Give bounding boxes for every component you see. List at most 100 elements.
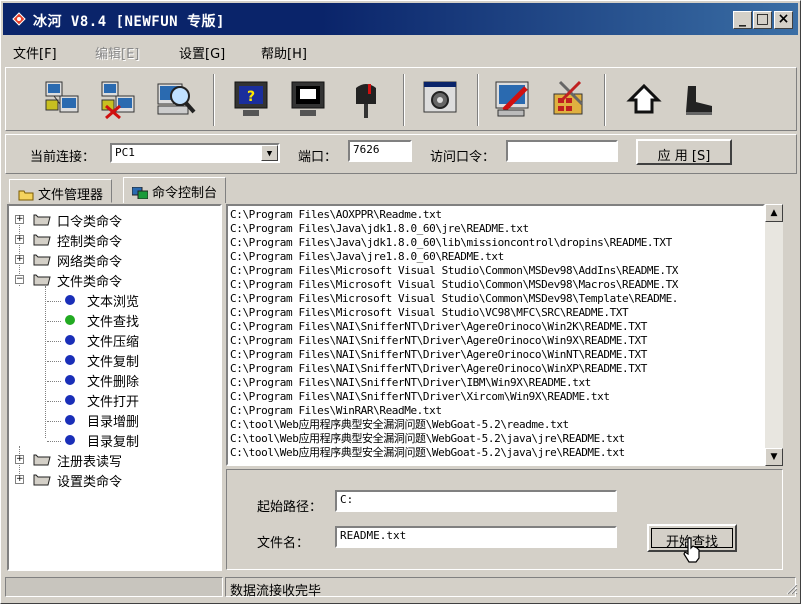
results-scrollbar[interactable]: ▲ ▼ bbox=[765, 204, 783, 466]
current-connection-label: 当前连接： bbox=[30, 150, 96, 165]
close-button[interactable]: × bbox=[774, 11, 793, 29]
svg-text:?: ? bbox=[247, 89, 255, 105]
result-line[interactable]: C:\Program Files\NAI\SnifferNT\Driver\Xi… bbox=[230, 390, 610, 404]
config-icon[interactable] bbox=[420, 78, 460, 120]
tree-line bbox=[47, 361, 61, 362]
folder-icon bbox=[33, 214, 51, 226]
search-results-list[interactable]: C:\Program Files\AOXPPR\Readme.txt C:\Pr… bbox=[226, 204, 765, 466]
result-line[interactable]: C:\Program Files\NAI\SnifferNT\Driver\Ag… bbox=[230, 334, 647, 348]
console-icon bbox=[132, 187, 148, 199]
result-line[interactable]: C:\tool\Web应用程序典型安全漏洞问题\WebGoat-5.2\java… bbox=[230, 446, 625, 460]
minimize-button[interactable]: _ bbox=[733, 11, 752, 29]
expand-icon[interactable]: + bbox=[15, 255, 24, 264]
file-name-input[interactable]: README.txt bbox=[335, 526, 617, 548]
result-line[interactable]: C:\Program Files\AOXPPR\Readme.txt bbox=[230, 208, 442, 222]
delete-host-icon[interactable] bbox=[98, 78, 138, 120]
screen-capture-icon[interactable]: ? bbox=[231, 78, 271, 120]
toolbar-separator bbox=[604, 74, 606, 126]
command-dot-icon bbox=[65, 435, 75, 445]
expand-icon[interactable]: + bbox=[15, 475, 24, 484]
search-host-icon[interactable] bbox=[156, 78, 196, 120]
main-window: 冰河 V8.4 [NEWFUN 专版] _ □ × 文件[F] 编辑[E] 设置… bbox=[0, 0, 801, 604]
scroll-down-icon[interactable]: ▼ bbox=[765, 448, 783, 466]
command-dot-icon bbox=[65, 415, 75, 425]
tree-line bbox=[47, 321, 61, 322]
screen-control-icon[interactable] bbox=[288, 78, 328, 120]
port-input[interactable]: 7626 bbox=[348, 140, 412, 162]
scroll-up-icon[interactable]: ▲ bbox=[765, 204, 783, 222]
menu-bar: 文件[F] 编辑[E] 设置[G] 帮助[H] bbox=[3, 39, 798, 62]
result-line[interactable]: C:\Program Files\Microsoft Visual Studio… bbox=[230, 292, 678, 306]
result-line[interactable]: C:\Program Files\Java\jdk1.8.0_60\lib\mi… bbox=[230, 236, 672, 250]
result-line[interactable]: C:\Program Files\Java\jdk1.8.0_60\jre\RE… bbox=[230, 222, 529, 236]
collapse-icon[interactable]: − bbox=[15, 275, 24, 284]
current-connection-value: PC1 bbox=[115, 146, 135, 159]
expand-icon[interactable]: + bbox=[15, 235, 24, 244]
result-line[interactable]: C:\Program Files\Java\jre1.8.0_60\README… bbox=[230, 250, 504, 264]
tree-node-label: 文件打开 bbox=[87, 395, 140, 410]
tree-line bbox=[47, 341, 61, 342]
password-input[interactable] bbox=[506, 140, 618, 162]
port-label: 端口： bbox=[298, 150, 338, 165]
command-tree[interactable]: + 口令类命令 + 控制类命令 + 网络类命令 − 文件类命令 文本浏览 文件查… bbox=[7, 204, 222, 571]
menu-help[interactable]: 帮助[H] bbox=[261, 43, 307, 62]
add-host-icon[interactable] bbox=[42, 78, 82, 120]
tree-node-label: 文件类命令 bbox=[57, 275, 123, 290]
tree-line bbox=[47, 401, 61, 402]
tree-node-label: 文件查找 bbox=[87, 315, 140, 330]
hand-cursor-icon bbox=[683, 537, 700, 563]
result-line[interactable]: C:\Program Files\Microsoft Visual Studio… bbox=[230, 278, 678, 292]
result-line[interactable]: C:\Program Files\NAI\SnifferNT\Driver\Ag… bbox=[230, 348, 647, 362]
tree-line bbox=[45, 286, 46, 438]
mail-icon[interactable] bbox=[346, 78, 386, 120]
chevron-down-icon[interactable]: ▼ bbox=[261, 145, 278, 161]
folder-icon bbox=[33, 454, 51, 466]
folder-open-icon bbox=[33, 274, 51, 286]
maximize-button[interactable]: □ bbox=[753, 11, 772, 29]
toolbar-separator bbox=[213, 74, 215, 126]
tree-node-label: 文本浏览 bbox=[87, 295, 140, 310]
title-bar[interactable]: 冰河 V8.4 [NEWFUN 专版] _ □ × bbox=[3, 3, 798, 35]
toolbar-separator bbox=[403, 74, 405, 126]
result-line[interactable]: C:\Program Files\NAI\SnifferNT\Driver\Ag… bbox=[230, 320, 647, 334]
boot-icon[interactable] bbox=[678, 78, 718, 120]
tree-line bbox=[47, 381, 61, 382]
menu-settings[interactable]: 设置[G] bbox=[179, 43, 225, 62]
start-path-label: 起始路径： bbox=[257, 500, 323, 515]
result-line[interactable]: C:\Program Files\WinRAR\ReadMe.txt bbox=[230, 404, 442, 418]
tree-node-label: 口令类命令 bbox=[57, 215, 123, 230]
tab-strip: 文件管理器 命令控制台 bbox=[5, 177, 797, 203]
result-line[interactable]: C:\Program Files\NAI\SnifferNT\Driver\Ag… bbox=[230, 362, 647, 376]
toolbar: ? bbox=[5, 67, 797, 131]
edit-icon[interactable] bbox=[494, 78, 534, 120]
tree-node-label: 文件复制 bbox=[87, 355, 140, 370]
expand-icon[interactable]: + bbox=[15, 215, 24, 224]
result-line[interactable]: C:\tool\Web应用程序典型安全漏洞问题\WebGoat-5.2\read… bbox=[230, 418, 569, 432]
result-line[interactable]: C:\Program Files\NAI\SnifferNT\Driver\IB… bbox=[230, 376, 591, 390]
result-line[interactable]: C:\Program Files\Microsoft Visual Studio… bbox=[230, 264, 678, 278]
home-icon[interactable] bbox=[624, 78, 664, 120]
tab-command-console[interactable]: 命令控制台 bbox=[123, 177, 227, 203]
tree-node-label: 注册表读写 bbox=[57, 455, 123, 470]
tree-line bbox=[47, 421, 61, 422]
tab-file-manager[interactable]: 文件管理器 bbox=[9, 179, 113, 203]
tab-command-console-label: 命令控制台 bbox=[152, 186, 218, 201]
result-line[interactable]: C:\Program Files\Microsoft Visual Studio… bbox=[230, 306, 629, 320]
result-line[interactable]: C:\tool\Web应用程序典型安全漏洞问题\WebGoat-5.2\java… bbox=[230, 432, 625, 446]
expand-icon[interactable]: + bbox=[15, 455, 24, 464]
file-name-label: 文件名： bbox=[257, 536, 310, 551]
folder-icon bbox=[18, 190, 34, 201]
window-title: 冰河 V8.4 [NEWFUN 专版] bbox=[33, 14, 225, 30]
apply-button[interactable]: 应 用 [S] bbox=[636, 139, 732, 165]
menu-file[interactable]: 文件[F] bbox=[13, 43, 57, 62]
tab-file-manager-label: 文件管理器 bbox=[38, 188, 104, 203]
command-dot-icon bbox=[65, 335, 75, 345]
tree-node-label: 网络类命令 bbox=[57, 255, 123, 270]
start-path-input[interactable]: C: bbox=[335, 490, 617, 512]
resize-grip-icon[interactable] bbox=[784, 581, 798, 595]
tools-icon[interactable] bbox=[548, 78, 588, 120]
folder-icon bbox=[33, 254, 51, 266]
command-dot-icon bbox=[65, 395, 75, 405]
tree-node-label: 文件压缩 bbox=[87, 335, 140, 350]
current-connection-select[interactable]: PC1 ▼ bbox=[110, 143, 280, 163]
